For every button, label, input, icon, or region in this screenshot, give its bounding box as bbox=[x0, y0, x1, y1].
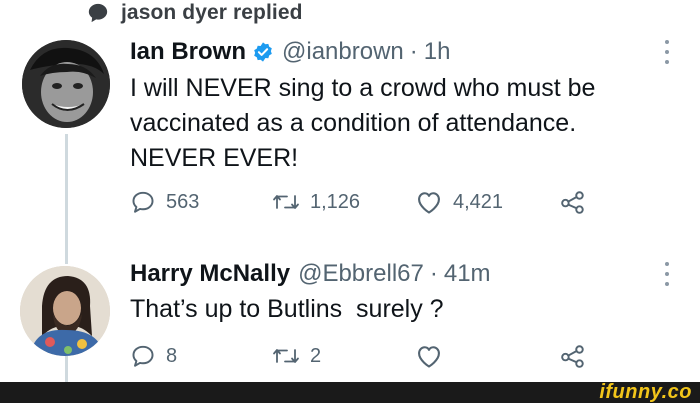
heart-icon bbox=[418, 346, 440, 368]
retweet-icon bbox=[273, 349, 299, 363]
author-name[interactable]: Harry McNally bbox=[130, 260, 290, 288]
retweet-icon bbox=[273, 195, 299, 209]
tweet-actions: 8 2 bbox=[130, 343, 600, 379]
thread-line bbox=[65, 356, 68, 382]
like-count: 4,421 bbox=[453, 190, 504, 213]
like-button[interactable] bbox=[415, 343, 443, 369]
more-options-button[interactable] bbox=[662, 262, 672, 290]
thread-line bbox=[65, 134, 68, 264]
share-button[interactable] bbox=[560, 343, 586, 369]
author-handle[interactable]: @ianbrown bbox=[282, 38, 404, 66]
reply-count: 563 bbox=[166, 190, 200, 213]
author-handle[interactable]: @Ebbrell67 bbox=[298, 260, 424, 288]
avatar[interactable] bbox=[22, 40, 110, 128]
more-dot-icon bbox=[665, 40, 669, 44]
reply-context: jason dyer replied bbox=[87, 0, 303, 26]
heart-icon bbox=[418, 192, 440, 214]
tweet-header: Harry McNally @Ebbrell67 · 41m bbox=[130, 258, 491, 290]
tweet-header: Ian Brown @ianbrown · 1h bbox=[130, 36, 450, 68]
tweet-text: I will NEVER sing to a crowd who must be… bbox=[130, 74, 596, 172]
share-icon bbox=[561, 345, 584, 368]
reply-context-text: jason dyer replied bbox=[121, 1, 303, 24]
avatar-photo bbox=[20, 266, 110, 356]
avatar[interactable] bbox=[20, 266, 110, 356]
more-dot-icon bbox=[665, 282, 669, 286]
ifunny-logo: ifunny.co bbox=[599, 381, 692, 403]
reply-count: 8 bbox=[166, 344, 178, 367]
more-dot-icon bbox=[665, 272, 669, 276]
share-icon bbox=[561, 191, 584, 214]
more-options-button[interactable] bbox=[662, 40, 672, 68]
share-button[interactable] bbox=[560, 189, 586, 215]
separator-dot: · bbox=[429, 260, 438, 287]
reply-icon bbox=[132, 345, 154, 367]
more-dot-icon bbox=[665, 50, 669, 54]
tweet-text: That’s up to Butlins surely ? bbox=[130, 295, 444, 323]
watermark-bar: ifunny.co bbox=[0, 381, 700, 403]
more-dot-icon bbox=[665, 262, 669, 266]
tweet-timestamp[interactable]: 1h bbox=[424, 38, 451, 66]
tweet-actions: 563 1,126 4,421 bbox=[130, 189, 600, 225]
like-button[interactable]: 4,421 bbox=[415, 189, 503, 215]
reply-icon bbox=[132, 191, 154, 213]
author-name[interactable]: Ian Brown bbox=[130, 38, 246, 66]
avatar-photo bbox=[22, 40, 110, 128]
tweet-timestamp[interactable]: 41m bbox=[444, 260, 491, 288]
retweet-button[interactable]: 2 bbox=[272, 343, 321, 369]
reply-button[interactable]: 8 bbox=[130, 343, 177, 369]
reply-button[interactable]: 563 bbox=[130, 189, 199, 215]
verified-badge-icon bbox=[254, 42, 272, 62]
speech-bubble-icon bbox=[88, 3, 108, 23]
more-dot-icon bbox=[665, 60, 669, 64]
retweet-button[interactable]: 1,126 bbox=[272, 189, 360, 215]
retweet-count: 1,126 bbox=[310, 190, 361, 213]
retweet-count: 2 bbox=[310, 344, 322, 367]
separator-dot: · bbox=[409, 38, 418, 65]
